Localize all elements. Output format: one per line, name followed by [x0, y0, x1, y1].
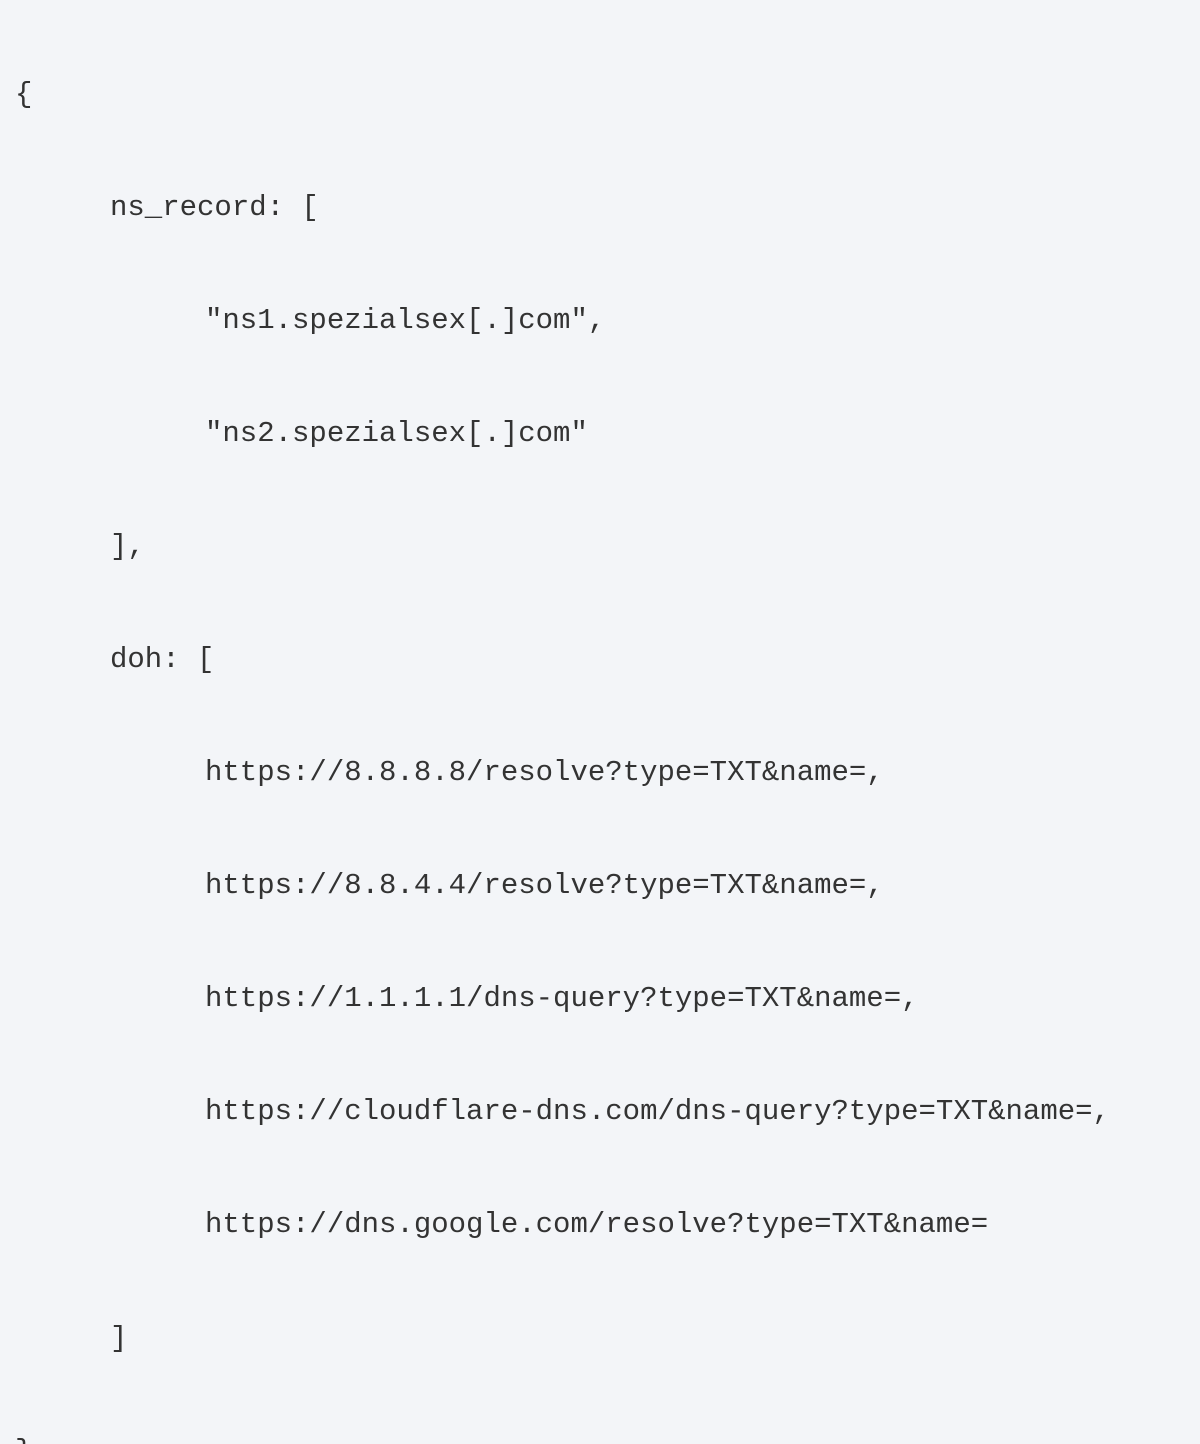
code-line-doh-key: doh: [ — [15, 632, 1185, 689]
code-line-doh-item: https://cloudflare-dns.com/dns-query?typ… — [15, 1084, 1185, 1141]
code-line-doh-item: https://8.8.4.4/resolve?type=TXT&name=, — [15, 858, 1185, 915]
code-line-close-brace: } — [15, 1424, 1185, 1444]
code-block: { ns_record: [ "ns1.spezialsex[.]com", "… — [15, 10, 1185, 1444]
code-line-ns-record-close: ], — [15, 519, 1185, 576]
code-line-open-brace: { — [15, 67, 1185, 124]
code-line-doh-item: https://dns.google.com/resolve?type=TXT&… — [15, 1197, 1185, 1254]
code-line-ns-record-item: "ns1.spezialsex[.]com", — [15, 293, 1185, 350]
code-line-ns-record-key: ns_record: [ — [15, 180, 1185, 237]
code-line-doh-close: ] — [15, 1311, 1185, 1368]
code-line-doh-item: https://8.8.8.8/resolve?type=TXT&name=, — [15, 745, 1185, 802]
code-line-doh-item: https://1.1.1.1/dns-query?type=TXT&name=… — [15, 971, 1185, 1028]
code-line-ns-record-item: "ns2.spezialsex[.]com" — [15, 406, 1185, 463]
